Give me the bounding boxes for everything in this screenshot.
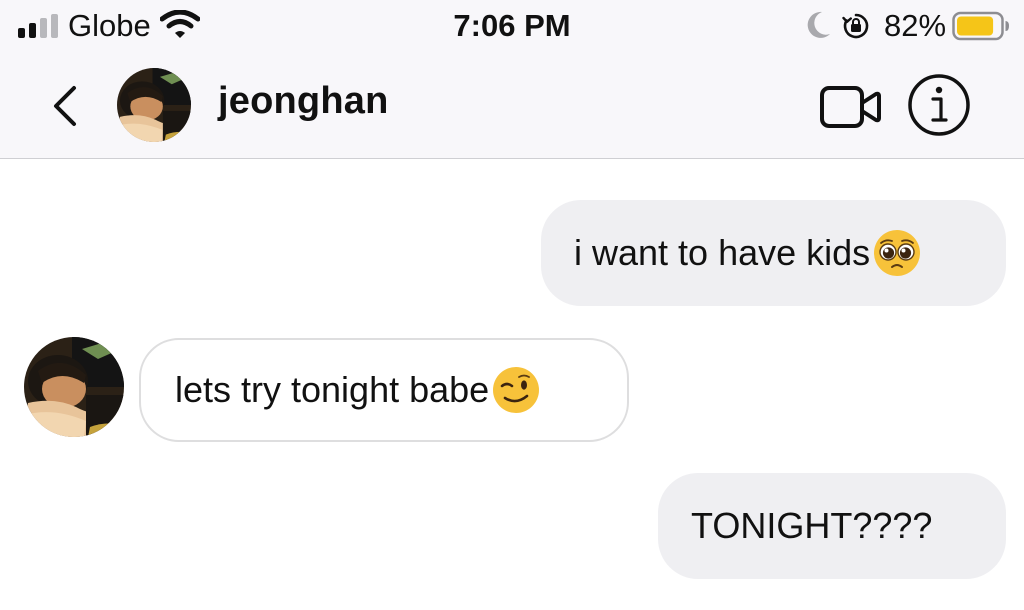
header-avatar[interactable] [117,68,191,142]
sender-avatar[interactable] [24,337,124,437]
pleading-face-emoji-icon [874,230,921,276]
status-bar: Globe 7:06 PM 82% [0,0,1024,52]
dm-screen: Globe 7:06 PM 82% jeonghan i want to hav… [0,0,1024,610]
conversation-header: jeonghan [0,52,1024,159]
rotation-lock-icon [842,13,869,39]
cellular-signal-icon [18,14,58,38]
outgoing-message-bubble[interactable]: i want to have kids [541,200,1006,306]
incoming-message-bubble[interactable]: lets try tonight babe [139,338,629,442]
carrier-name: Globe [68,8,151,43]
profile-photo [24,337,124,437]
battery-icon [952,11,1009,41]
conversation-username[interactable]: jeonghan [218,80,389,123]
winking-face-emoji-icon [493,367,540,413]
message-text: i want to have kids [574,232,871,273]
message-text: TONIGHT???? [691,505,933,546]
clock: 7:06 PM [453,8,571,43]
wifi-icon [160,10,200,38]
video-call-button[interactable] [818,82,882,132]
do-not-disturb-moon-icon [807,11,830,38]
profile-photo [117,68,191,142]
outgoing-message-bubble[interactable]: TONIGHT???? [658,473,1006,579]
message-text: lets try tonight babe [175,369,490,410]
info-button[interactable] [906,72,972,138]
back-button[interactable] [44,82,88,130]
battery-percentage: 82% [884,8,947,43]
